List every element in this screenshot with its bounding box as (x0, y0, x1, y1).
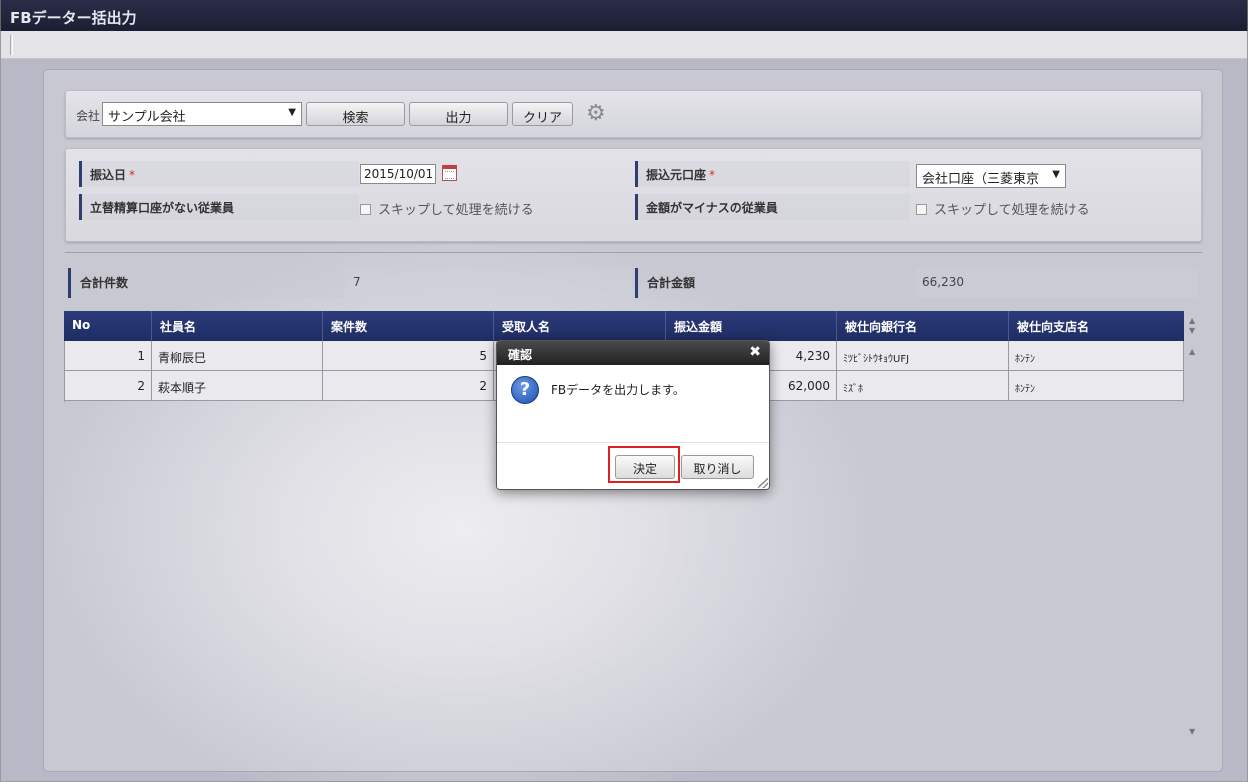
no-reimb-account-label: 立替精算口座がない従業員 (79, 194, 359, 220)
total-amount-label: 合計金額 (635, 268, 913, 298)
scroll-down-icon[interactable]: ▼ (1189, 326, 1195, 335)
required-mark: * (129, 168, 136, 182)
skip-no-reimb-checkbox[interactable]: スキップして処理を続ける (360, 199, 534, 218)
condition-panel: 振込日 * 2015/10/01 振込元口座 * 会社口座（三菱東京 ▼ 立替精算口… (65, 148, 1202, 242)
negative-amount-label: 金額がマイナスの従業員 (635, 194, 910, 220)
required-mark: * (709, 168, 716, 182)
window-title: FBデーター括出力 (0, 0, 1248, 31)
skip-label: スキップして処理を続ける (934, 203, 1090, 218)
source-account-label: 振込元口座 * (635, 161, 910, 187)
search-button[interactable]: 検索 (306, 102, 405, 126)
cell-employee: 萩本順子 (152, 371, 323, 401)
company-label: 会社 (76, 109, 101, 123)
close-icon[interactable]: ✖ (749, 344, 761, 360)
total-count-label: 合計件数 (68, 268, 344, 298)
column-header-no[interactable]: No (64, 311, 152, 341)
scroll-down-icon[interactable]: ▼ (1189, 727, 1195, 736)
clear-button[interactable]: クリア (512, 102, 573, 126)
scroll-up-icon[interactable]: ▲ (1189, 316, 1195, 325)
cancel-button[interactable]: 取り消し (681, 455, 754, 479)
column-header-case-count[interactable]: 案件数 (323, 311, 494, 341)
transfer-date-label: 振込日 * (79, 161, 359, 187)
column-header-bank[interactable]: 被仕向銀行名 (837, 311, 1009, 341)
transfer-date-input[interactable]: 2015/10/01 (360, 164, 436, 184)
column-header-amount[interactable]: 振込金額 (666, 311, 837, 341)
cell-branch: ﾎﾝﾃﾝ (1015, 384, 1035, 395)
company-select[interactable]: サンプル会社 ▼ (102, 102, 302, 126)
total-count-value: 7 (347, 268, 632, 298)
sub-toolbar (0, 31, 1248, 59)
cell-case-count: 5 (323, 341, 494, 371)
splitter-handle[interactable] (10, 35, 13, 55)
chevron-down-icon: ▼ (1052, 169, 1060, 180)
dialog-title: 確認 (497, 341, 769, 365)
source-account-label-text: 振込元口座 (646, 168, 707, 182)
section-divider (65, 252, 1202, 253)
checkbox-box[interactable] (916, 204, 927, 215)
dialog-footer: 決定 取り消し (497, 442, 769, 489)
cell-employee: 青柳辰巳 (152, 341, 323, 371)
search-toolbar: 会社 サンプル会社 ▼ 検索 出力 クリア ⚙ (65, 90, 1202, 138)
total-amount-value: 66,230 (916, 268, 1198, 298)
dialog-message: FBデータを出力します。 (551, 383, 685, 397)
column-header-branch[interactable]: 被仕向支店名 (1009, 311, 1184, 341)
output-button[interactable]: 出力 (409, 102, 508, 126)
calendar-icon[interactable] (442, 165, 457, 181)
skip-negative-checkbox[interactable]: スキップして処理を続ける (916, 199, 1090, 218)
column-header-payee[interactable]: 受取人名 (494, 311, 666, 341)
cell-branch: ﾎﾝﾃﾝ (1015, 354, 1035, 365)
transfer-date-label-text: 振込日 (90, 168, 127, 182)
source-account-select-value: 会社口座（三菱東京 (922, 172, 1040, 187)
confirm-button[interactable]: 決定 (615, 455, 675, 479)
source-account-select[interactable]: 会社口座（三菱東京 ▼ (916, 164, 1066, 188)
company-select-value: サンプル会社 (108, 110, 186, 125)
question-icon: ? (511, 376, 539, 404)
grid-header: No 社員名 案件数 受取人名 振込金額 被仕向銀行名 被仕向支店名 (64, 311, 1184, 341)
cell-no: 2 (64, 371, 152, 401)
chevron-down-icon: ▼ (288, 107, 296, 118)
cell-bank: ﾐｽﾞﾎ (837, 371, 1009, 401)
column-header-employee[interactable]: 社員名 (152, 311, 323, 341)
checkbox-box[interactable] (360, 204, 371, 215)
cell-case-count: 2 (323, 371, 494, 401)
grid-scrollbar[interactable]: ▲ ▼ ▲ ▼ (1186, 311, 1200, 741)
gear-icon[interactable]: ⚙ (586, 103, 608, 125)
cell-no: 1 (64, 341, 152, 371)
scroll-up-icon[interactable]: ▲ (1189, 347, 1195, 356)
resize-handle[interactable] (758, 478, 768, 488)
cell-bank: ﾐﾂﾋﾞｼﾄｳｷｮｳUFJ (837, 341, 1009, 371)
skip-label: スキップして処理を続ける (378, 203, 534, 218)
confirm-dialog: 確認 ✖ ? FBデータを出力します。 決定 取り消し (496, 340, 770, 490)
